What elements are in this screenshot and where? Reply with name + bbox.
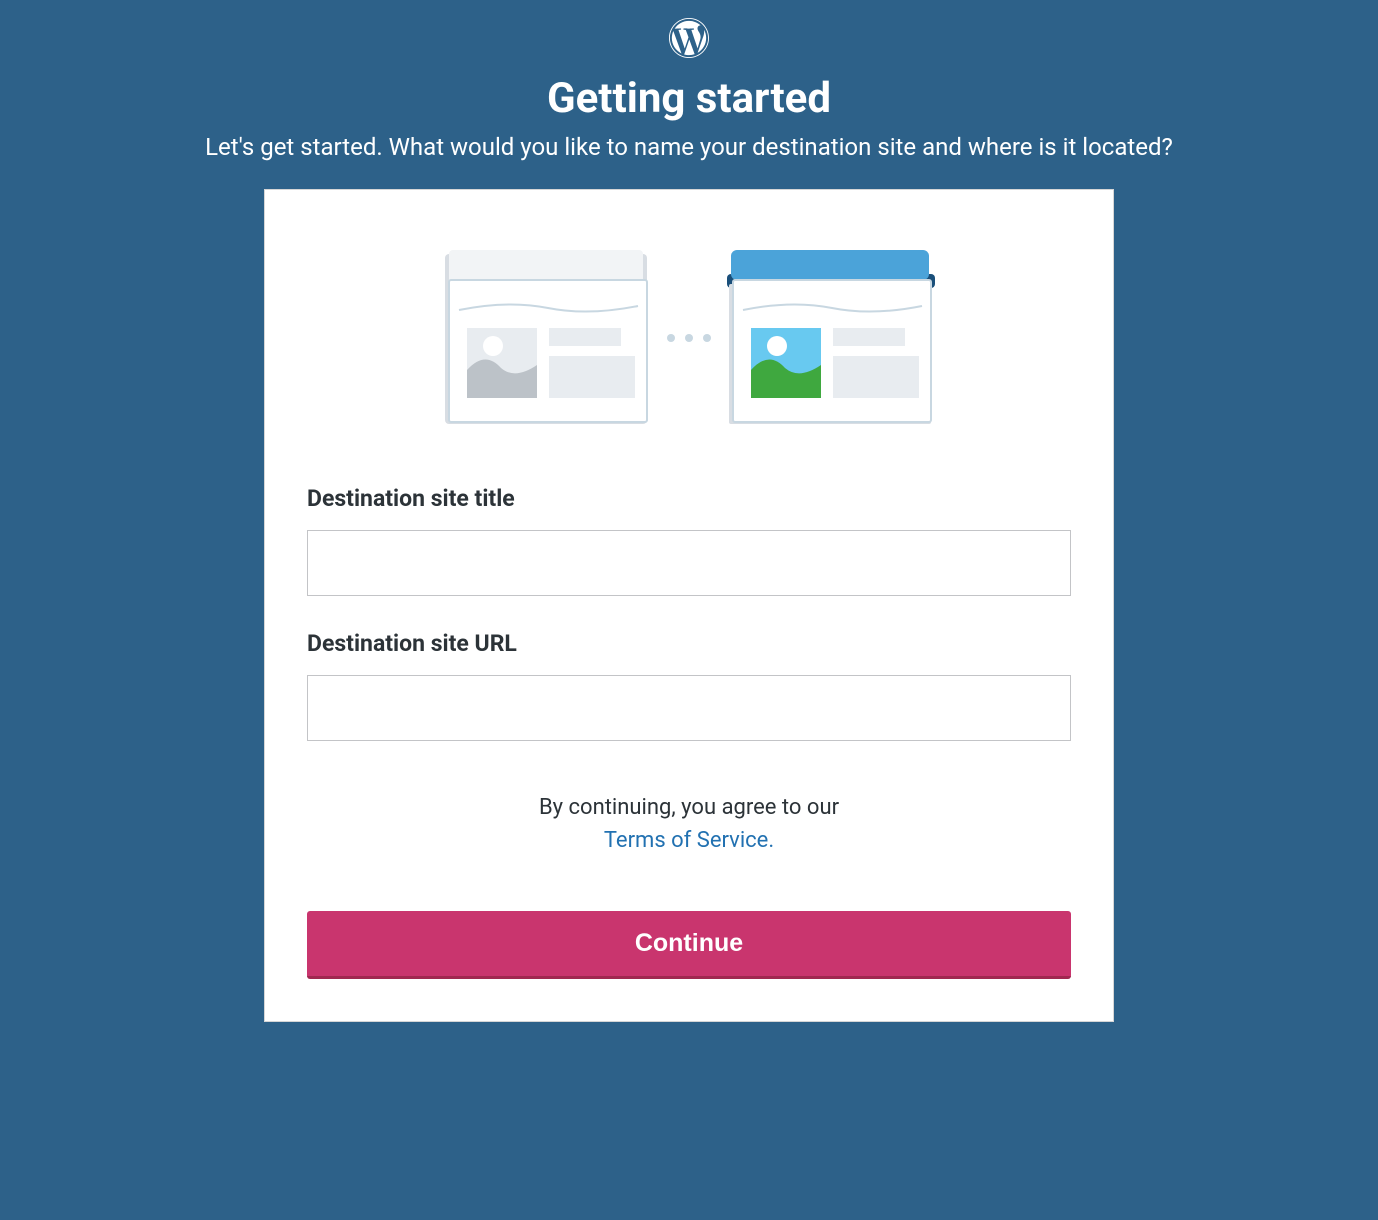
site-title-input[interactable] xyxy=(307,530,1071,596)
page-title: Getting started xyxy=(547,74,831,123)
source-site-mockup-icon xyxy=(443,250,651,425)
terms-notice: By continuing, you agree to our Terms of… xyxy=(307,791,1071,857)
terms-prefix: By continuing, you agree to our xyxy=(539,795,839,820)
site-url-input[interactable] xyxy=(307,675,1071,741)
site-title-group: Destination site title xyxy=(307,485,1071,596)
setup-card: Destination site title Destination site … xyxy=(264,189,1114,1022)
site-url-label: Destination site URL xyxy=(307,630,1071,657)
transfer-dots-icon xyxy=(667,334,711,342)
wordpress-logo-icon xyxy=(669,18,709,58)
site-url-group: Destination site URL xyxy=(307,630,1071,741)
site-title-label: Destination site title xyxy=(307,485,1071,512)
migration-illustration xyxy=(307,250,1071,425)
page-subtitle: Let's get started. What would you like t… xyxy=(205,133,1173,161)
destination-site-mockup-icon xyxy=(727,250,935,425)
wordpress-logo-container xyxy=(669,18,709,62)
terms-of-service-link[interactable]: Terms of Service. xyxy=(604,828,774,853)
continue-button[interactable]: Continue xyxy=(307,911,1071,979)
